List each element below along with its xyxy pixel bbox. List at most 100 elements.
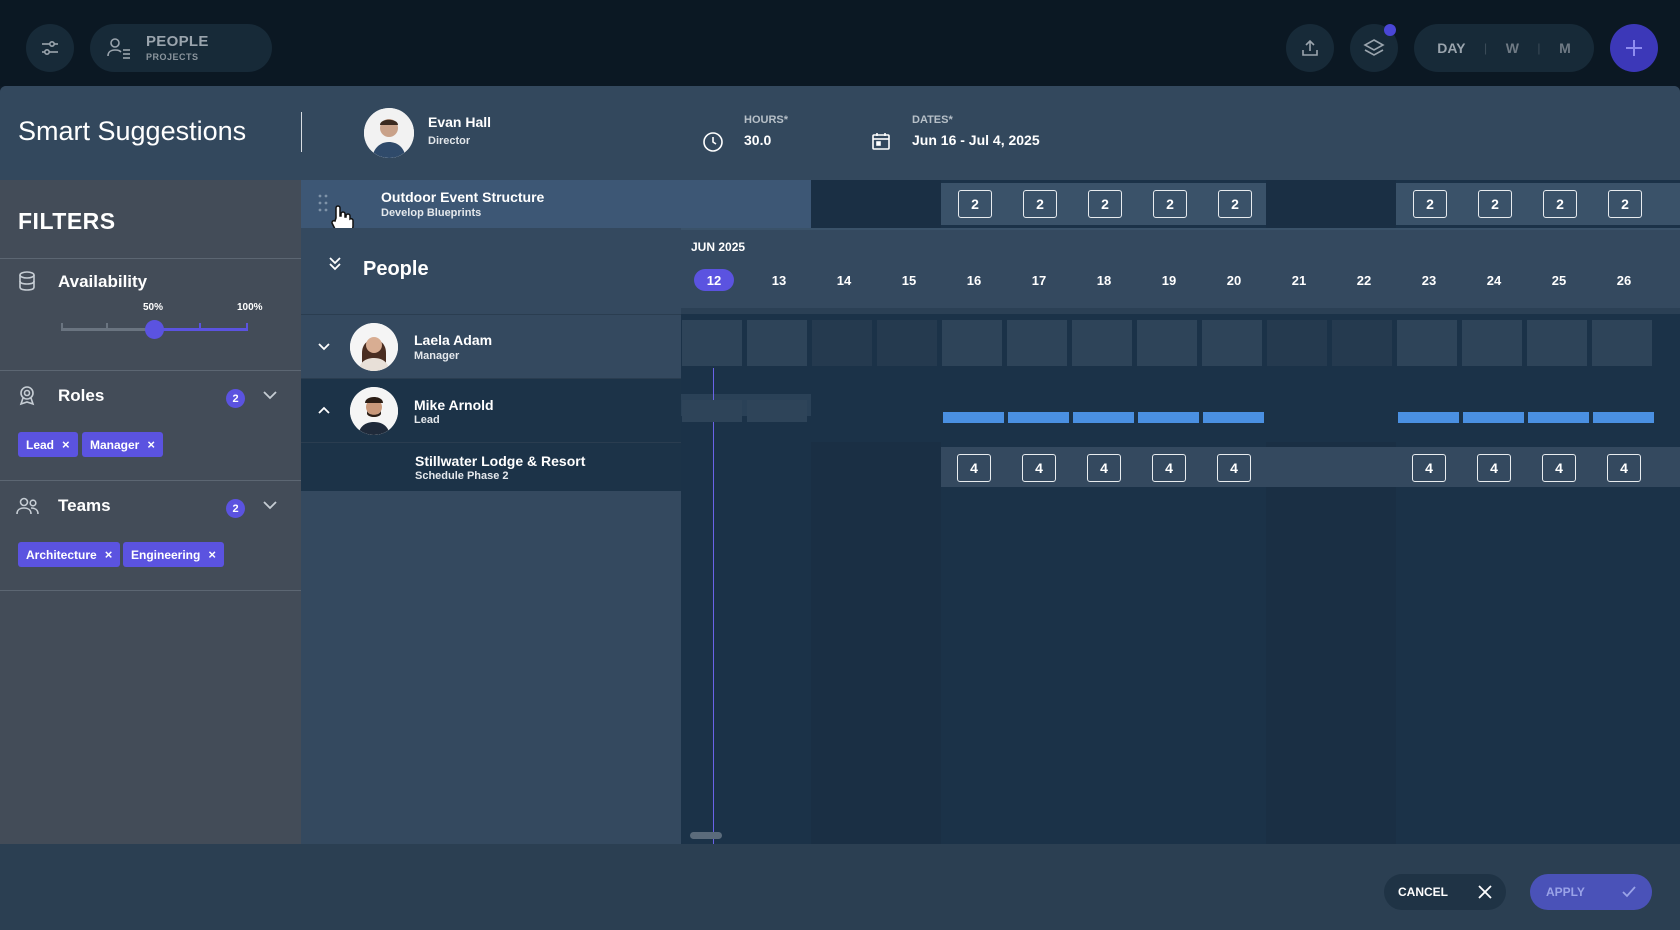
people-projects-switch[interactable]: PEOPLE PROJECTS [90, 24, 272, 72]
hours-box[interactable]: 2 [1478, 190, 1512, 218]
hours-box[interactable]: 2 [1153, 190, 1187, 218]
double-chevron-down-icon[interactable] [328, 256, 342, 272]
day-cell[interactable] [1202, 320, 1262, 366]
hours-box[interactable]: 2 [1543, 190, 1577, 218]
export-button[interactable] [1286, 24, 1334, 72]
team-chip-architecture[interactable]: Architecture × [18, 542, 121, 567]
dragged-task-project: Outdoor Event Structure [381, 189, 545, 205]
day-cell[interactable] [682, 320, 742, 366]
hours-box[interactable]: 2 [1088, 190, 1122, 218]
day-cell [682, 400, 742, 422]
today-date-pill[interactable]: 12 [694, 269, 734, 291]
date-label: 20 [1226, 273, 1242, 288]
close-icon[interactable]: × [105, 547, 113, 562]
person-name: Evan Hall [428, 114, 492, 130]
add-button[interactable] [1610, 24, 1658, 72]
chevron-down-icon[interactable] [262, 500, 278, 510]
person-name: Mike Arnold [414, 397, 494, 413]
hours-box[interactable]: 4 [1152, 454, 1186, 482]
hours-box[interactable]: 4 [1477, 454, 1511, 482]
role-chip-manager[interactable]: Manager × [82, 432, 163, 457]
people-section-title: People [363, 258, 429, 280]
person-list-icon [107, 38, 130, 59]
day-cell[interactable] [1462, 320, 1522, 366]
dates-value[interactable]: Jun 16 - Jul 4, 2025 [912, 132, 1040, 148]
divider [301, 112, 302, 152]
filter-settings-button[interactable] [26, 24, 74, 72]
people-list-column: Outdoor Event Structure Develop Blueprin… [301, 180, 681, 844]
people-section-header [301, 228, 681, 314]
chip-label: Lead [26, 437, 55, 452]
day-cell[interactable] [747, 320, 807, 366]
day-cell[interactable] [1267, 320, 1327, 366]
day-cell[interactable] [1397, 320, 1457, 366]
divider [0, 480, 301, 481]
filters-panel: FILTERS Availability 50% 100% Roles 2 Le… [0, 180, 301, 844]
chip-label: Architecture [26, 547, 97, 562]
hours-box[interactable]: 4 [1412, 454, 1446, 482]
close-icon[interactable]: × [208, 547, 216, 562]
role-chip-lead[interactable]: Lead × [18, 432, 78, 457]
day-cell[interactable] [1527, 320, 1587, 366]
day-cell[interactable] [942, 320, 1002, 366]
today-line [713, 368, 714, 844]
chevron-down-icon[interactable] [262, 390, 278, 400]
availability-slider-handle[interactable] [145, 320, 164, 339]
teams-label: Teams [58, 496, 111, 515]
day-cell[interactable] [812, 320, 872, 366]
day-cell[interactable] [1072, 320, 1132, 366]
slider-tick [246, 323, 248, 331]
hours-box[interactable]: 4 [957, 454, 991, 482]
day-cell[interactable] [1007, 320, 1067, 366]
chevron-down-icon[interactable] [317, 342, 331, 352]
smart-suggestions-modal: Smart Suggestions Evan Hall Director HOU… [0, 86, 1680, 930]
hours-box[interactable]: 4 [1607, 454, 1641, 482]
hours-box[interactable]: 4 [1087, 454, 1121, 482]
hours-box[interactable]: 2 [1218, 190, 1252, 218]
projects-label: PROJECTS [146, 52, 199, 62]
horizontal-scrollbar[interactable] [690, 832, 722, 839]
close-icon[interactable]: × [62, 437, 70, 452]
close-icon [1478, 885, 1492, 899]
task-band [681, 180, 811, 228]
upload-icon [1302, 39, 1318, 56]
day-cell[interactable] [1137, 320, 1197, 366]
hours-box[interactable]: 2 [1023, 190, 1057, 218]
roles-label: Roles [58, 386, 105, 405]
slider-min-label: 50% [143, 302, 164, 313]
date-label: 16 [966, 273, 982, 288]
team-chip-engineering[interactable]: Engineering × [123, 542, 224, 567]
hours-box[interactable]: 2 [1413, 190, 1447, 218]
date-label: 18 [1096, 273, 1112, 288]
date-label: 15 [901, 273, 917, 288]
date-label: 14 [836, 273, 852, 288]
day-cell[interactable] [1592, 320, 1652, 366]
hours-box[interactable]: 4 [1022, 454, 1056, 482]
view-day-button[interactable]: DAY [1437, 40, 1465, 56]
person-role: Lead [414, 414, 440, 426]
hours-value[interactable]: 30.0 [744, 132, 771, 148]
close-icon[interactable]: × [147, 437, 155, 452]
month-label: JUN 2025 [691, 240, 746, 254]
date-header [681, 230, 1680, 314]
hours-box[interactable]: 2 [1608, 190, 1642, 218]
hours-box[interactable]: 4 [1217, 454, 1251, 482]
view-week-button[interactable]: W [1506, 40, 1519, 56]
chevron-up-icon[interactable] [317, 405, 331, 415]
cancel-button[interactable]: CANCEL [1384, 874, 1506, 910]
person-photo-icon [364, 108, 414, 158]
hours-label: HOURS* [744, 114, 789, 126]
sliders-icon [42, 40, 58, 56]
view-month-button[interactable]: M [1559, 40, 1571, 56]
day-cell[interactable] [1332, 320, 1392, 366]
drag-handle-icon[interactable] [318, 194, 328, 212]
hours-box[interactable]: 4 [1542, 454, 1576, 482]
roles-count-badge: 2 [226, 389, 245, 408]
utilization-bar [1528, 412, 1589, 423]
hours-box[interactable]: 2 [958, 190, 992, 218]
date-label: 24 [1486, 273, 1502, 288]
day-cell[interactable] [877, 320, 937, 366]
apply-button[interactable]: APPLY [1530, 874, 1652, 910]
person-name: Laela Adam [414, 332, 493, 348]
person-photo-icon [350, 387, 398, 435]
